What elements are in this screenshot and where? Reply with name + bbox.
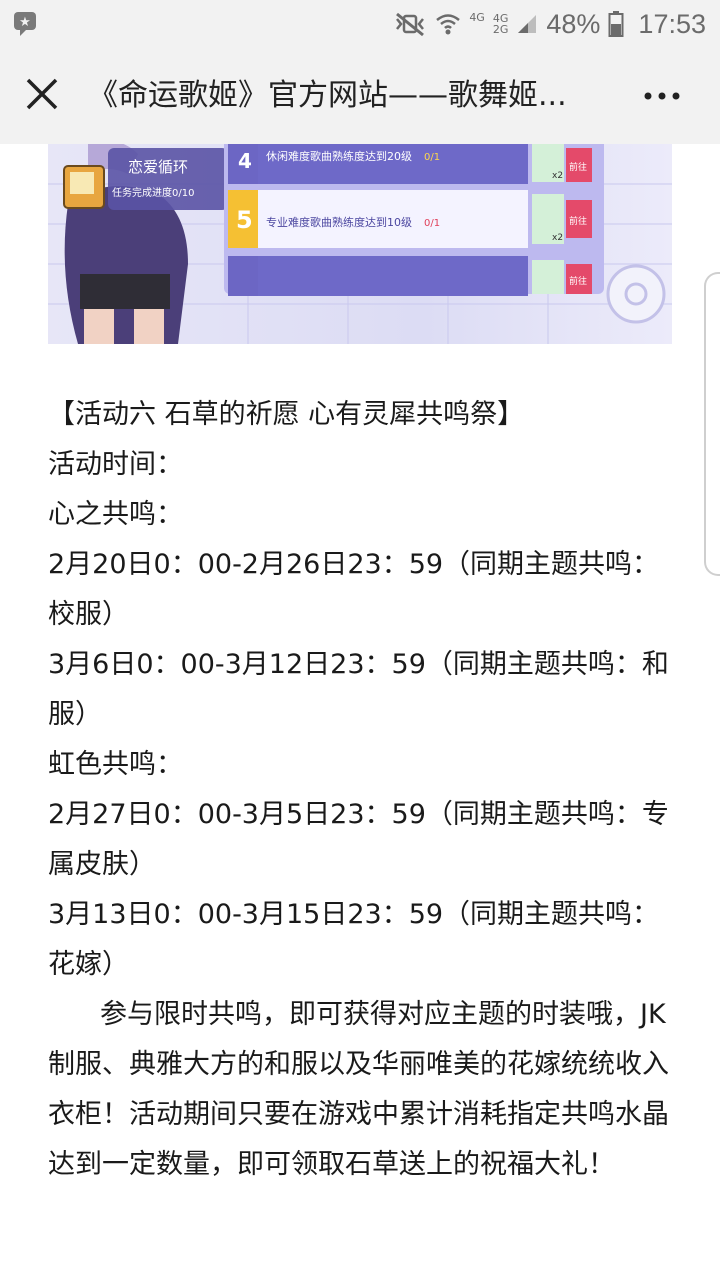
close-button[interactable] — [20, 72, 64, 116]
banner-left-subtitle: 任务完成进度0/10 — [112, 186, 194, 199]
go-button-label: 前往 — [569, 275, 587, 287]
page-scrollbar[interactable] — [704, 272, 720, 576]
task-row-progress: 0/1 — [424, 152, 440, 163]
section-heart-resonance: 心之共鸣： — [48, 499, 183, 530]
activity-time-label: 活动时间： — [48, 449, 183, 480]
close-icon — [26, 78, 58, 110]
battery-percent: 48% — [546, 8, 601, 39]
svg-text:★: ★ — [19, 15, 31, 30]
more-options-button[interactable] — [640, 74, 684, 118]
banner-left-title: 恋爱循环 — [128, 158, 188, 176]
schedule-line: 2月27日0：00-3月5日23：59（同期主题共鸣：专属皮肤） — [48, 799, 669, 880]
status-bar: ★ 4G 4G 2G 48% 17:53 — [0, 0, 720, 48]
more-icon — [644, 92, 680, 100]
schedule-line: 3月6日0：00-3月12日23：59（同期主题共鸣：和服） — [48, 649, 669, 730]
go-button-label: 前往 — [569, 215, 587, 227]
mute-vibrate-icon — [396, 12, 425, 37]
signal-icon — [518, 15, 537, 33]
notification-icon: ★ — [14, 12, 36, 36]
task-row-text: 专业难度歌曲熟练度达到10级 — [266, 215, 412, 229]
schedule-line: 2月20日0：00-2月26日23：59（同期主题共鸣：校服） — [48, 549, 660, 630]
page-title: 《命运歌姬》官方网站——歌舞姬... — [88, 78, 567, 113]
task-row-text: 休闲难度歌曲熟练度达到20级 — [266, 149, 412, 163]
go-button-label: 前往 — [569, 161, 587, 173]
reward-count: x2 — [552, 233, 563, 243]
section-rainbow-resonance: 虹色共鸣： — [48, 749, 183, 780]
article-heading: 【活动六 石草的祈愿 心有灵犀共鸣祭】 — [48, 399, 525, 430]
article-content: 【活动六 石草的祈愿 心有灵犀共鸣祭】 活动时间： 心之共鸣： 2月20日0：0… — [48, 390, 672, 1190]
battery-icon — [608, 11, 624, 37]
article-paragraph: 参与限时共鸣，即可获得对应主题的时装哦，JK制服、典雅大方的和服以及华丽唯美的花… — [48, 999, 669, 1180]
task-row-number: 5 — [236, 206, 253, 234]
task-row-progress: 0/1 — [424, 218, 440, 229]
wifi-icon — [436, 14, 461, 35]
clock: 17:53 — [638, 8, 706, 39]
dual-sim-labels: 4G 2G — [493, 13, 509, 35]
article-banner-image: 恋爱循环 任务完成进度0/10 4 休闲难度歌曲熟练度达到20级 0/1 x2 … — [48, 144, 672, 344]
schedule-line: 3月13日0：00-3月15日23：59（同期主题共鸣：花嫁） — [48, 899, 660, 980]
banner-graphic: 恋爱循环 任务完成进度0/10 4 休闲难度歌曲熟练度达到20级 0/1 x2 … — [48, 144, 672, 344]
title-bar: 《命运歌姬》官方网站——歌舞姬... — [0, 48, 720, 144]
task-row-number: 4 — [238, 149, 252, 173]
reward-count: x2 — [552, 171, 563, 181]
sim2-network-label: 2G — [492, 23, 509, 36]
network-type-label: 4G — [469, 10, 485, 24]
status-indicators: 4G 4G 2G 48% 17:53 — [393, 6, 706, 42]
